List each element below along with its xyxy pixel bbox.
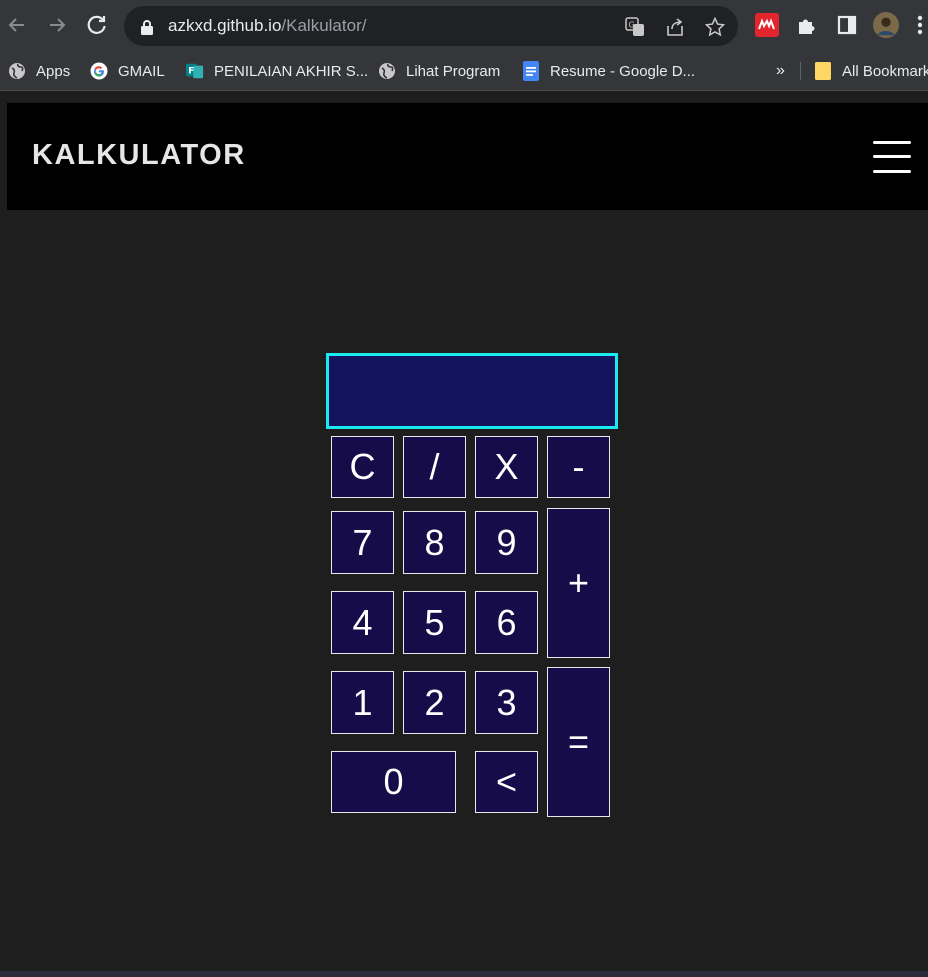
bookmarks-overflow-button[interactable]: »	[776, 59, 785, 83]
key-multiply[interactable]: X	[475, 436, 538, 498]
key-9[interactable]: 9	[475, 511, 538, 574]
key-5[interactable]: 5	[403, 591, 466, 654]
key-plus[interactable]: +	[547, 508, 610, 658]
browser-toolbar: azkxd.github.io/Kalkulator/ G	[0, 0, 928, 52]
calculator-display[interactable]	[326, 353, 618, 429]
key-1[interactable]: 1	[331, 671, 394, 734]
google-icon	[90, 62, 108, 80]
all-bookmarks-button[interactable]: All Bookmark	[814, 59, 928, 83]
arrow-right-icon	[50, 18, 66, 32]
reload-icon	[87, 15, 106, 34]
globe-icon	[378, 62, 396, 80]
app-header: KALKULATOR	[7, 103, 928, 210]
key-backspace[interactable]: <	[475, 751, 538, 813]
app-title: KALKULATOR	[32, 139, 246, 171]
bookmark-resume[interactable]: Resume - Google D...	[522, 59, 695, 83]
mendeley-extension-icon[interactable]	[754, 12, 780, 38]
key-7[interactable]: 7	[331, 511, 394, 574]
globe-icon	[8, 62, 26, 80]
bookmarks-bar: Apps GMAIL F PENILAIAN AKHIR S... Lihat …	[0, 52, 928, 91]
profile-avatar[interactable]	[873, 12, 899, 38]
bookmark-label: Apps	[36, 62, 71, 80]
key-clear[interactable]: C	[331, 436, 394, 498]
translate-icon[interactable]: G	[624, 16, 646, 38]
bookmark-lihat-program[interactable]: Lihat Program	[378, 59, 500, 83]
arrow-left-icon	[8, 18, 24, 32]
forward-button[interactable]	[44, 12, 70, 38]
star-icon[interactable]	[704, 16, 726, 38]
key-3[interactable]: 3	[475, 671, 538, 734]
svg-text:F: F	[188, 67, 194, 77]
all-bookmarks-label: All Bookmark	[842, 62, 928, 80]
key-minus[interactable]: -	[547, 436, 610, 498]
folder-icon	[814, 62, 832, 80]
hamburger-menu-icon[interactable]	[873, 141, 911, 173]
taskbar-edge	[0, 971, 928, 977]
address-bar[interactable]: azkxd.github.io/Kalkulator/ G	[124, 6, 738, 46]
forms-icon: F	[186, 62, 204, 80]
key-6[interactable]: 6	[475, 591, 538, 654]
bookmarks-divider	[800, 62, 801, 80]
back-button[interactable]	[4, 12, 30, 38]
menu-kebab-icon[interactable]	[912, 12, 928, 38]
key-4[interactable]: 4	[331, 591, 394, 654]
key-2[interactable]: 2	[403, 671, 466, 734]
bookmark-penilaian[interactable]: F PENILAIAN AKHIR S...	[186, 59, 368, 83]
extensions-puzzle-icon[interactable]	[794, 12, 820, 38]
overflow-chevron-icon: »	[776, 62, 785, 79]
url-text: azkxd.github.io/Kalkulator/	[168, 16, 367, 35]
bookmark-gmail[interactable]: GMAIL	[90, 59, 165, 83]
bookmark-apps[interactable]: Apps	[8, 59, 70, 83]
share-icon[interactable]	[664, 16, 686, 38]
svg-text:G: G	[629, 21, 635, 30]
docs-icon	[522, 61, 540, 81]
side-panel-icon[interactable]	[834, 12, 860, 38]
key-equals[interactable]: =	[547, 667, 610, 817]
bookmark-label: Lihat Program	[406, 62, 501, 80]
reload-button[interactable]	[84, 12, 110, 38]
lock-icon[interactable]	[136, 16, 158, 38]
bookmark-label: PENILAIAN AKHIR S...	[214, 62, 369, 80]
key-0[interactable]: 0	[331, 751, 456, 813]
bookmark-label: GMAIL	[118, 62, 165, 80]
key-8[interactable]: 8	[403, 511, 466, 574]
bookmark-label: Resume - Google D...	[550, 62, 696, 80]
key-divide[interactable]: /	[403, 436, 466, 498]
page-top-gap	[0, 91, 928, 103]
